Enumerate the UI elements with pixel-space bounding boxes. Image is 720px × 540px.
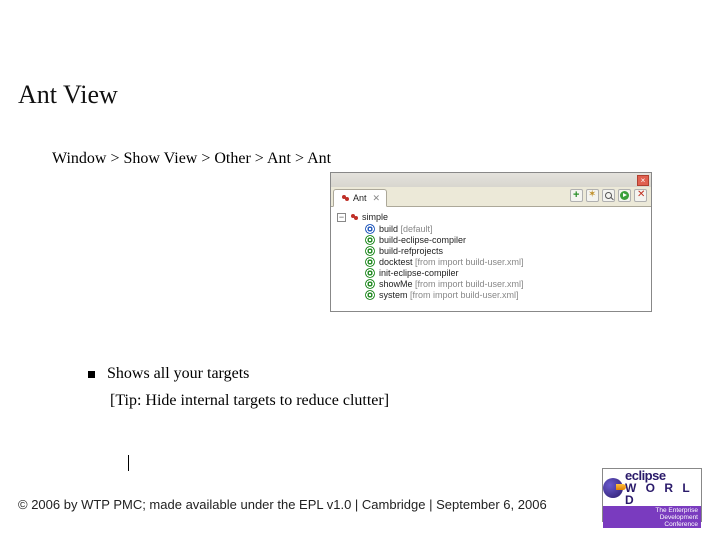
- bullet-icon: [88, 371, 95, 378]
- run-target-icon[interactable]: [618, 189, 631, 202]
- menu-path: Window > Show View > Other > Ant > Ant: [52, 150, 331, 168]
- window-titlebar: ×: [331, 173, 651, 187]
- bullet-item: Shows all your targets: [88, 365, 249, 383]
- target-icon: [365, 246, 375, 256]
- search-icon[interactable]: [602, 189, 615, 202]
- slide-title: Ant View: [18, 80, 118, 110]
- tip-text: [Tip: Hide internal targets to reduce cl…: [110, 392, 389, 410]
- target-label: build [default]: [379, 224, 433, 234]
- add-task-icon[interactable]: [586, 189, 599, 202]
- tree-root[interactable]: − simple: [337, 212, 647, 222]
- footer-text: © 2006 by WTP PMC; made available under …: [18, 497, 547, 512]
- text-cursor: [128, 455, 129, 471]
- bullet-text: Shows all your targets: [107, 365, 249, 382]
- target-label: build-refprojects: [379, 246, 443, 256]
- target-item[interactable]: build-eclipse-compiler: [365, 235, 647, 245]
- logo-tagline: The Enterprise Development Conference: [603, 506, 701, 528]
- remove-icon[interactable]: [634, 189, 647, 202]
- target-label: build-eclipse-compiler: [379, 235, 466, 245]
- target-icon: [365, 290, 375, 300]
- tab-label: Ant: [353, 193, 367, 203]
- ant-view-window: × Ant ✕ − simple build [default]build-ec…: [330, 172, 652, 312]
- target-icon: [365, 257, 375, 267]
- root-label: simple: [362, 212, 388, 222]
- target-item[interactable]: showMe [from import build-user.xml]: [365, 279, 647, 289]
- target-item[interactable]: system [from import build-user.xml]: [365, 290, 647, 300]
- target-label: system [from import build-user.xml]: [379, 290, 519, 300]
- target-label: init-eclipse-compiler: [379, 268, 459, 278]
- target-icon: [365, 279, 375, 289]
- view-toolbar: [570, 189, 647, 202]
- target-item[interactable]: docktest [from import build-user.xml]: [365, 257, 647, 267]
- ant-tree: − simple build [default]build-eclipse-co…: [331, 207, 651, 311]
- target-icon: [365, 268, 375, 278]
- target-label: docktest [from import build-user.xml]: [379, 257, 524, 267]
- view-tab-row: Ant ✕: [331, 187, 651, 207]
- ant-icon: [340, 193, 350, 203]
- add-buildfile-icon[interactable]: [570, 189, 583, 202]
- ant-icon: [349, 212, 359, 222]
- eclipse-globe-icon: [603, 478, 623, 498]
- target-item[interactable]: build-refprojects: [365, 246, 647, 256]
- target-icon: [365, 224, 375, 234]
- tab-ant[interactable]: Ant ✕: [333, 189, 387, 207]
- target-label: showMe [from import build-user.xml]: [379, 279, 524, 289]
- target-item[interactable]: init-eclipse-compiler: [365, 268, 647, 278]
- eclipse-world-logo: eclipse W O R L D The Enterprise Develop…: [602, 468, 702, 522]
- target-icon: [365, 235, 375, 245]
- collapse-icon[interactable]: −: [337, 213, 346, 222]
- logo-sub: W O R L D: [625, 482, 701, 506]
- target-item[interactable]: build [default]: [365, 224, 647, 234]
- close-icon[interactable]: ×: [637, 175, 649, 186]
- tab-close-icon[interactable]: ✕: [373, 193, 381, 204]
